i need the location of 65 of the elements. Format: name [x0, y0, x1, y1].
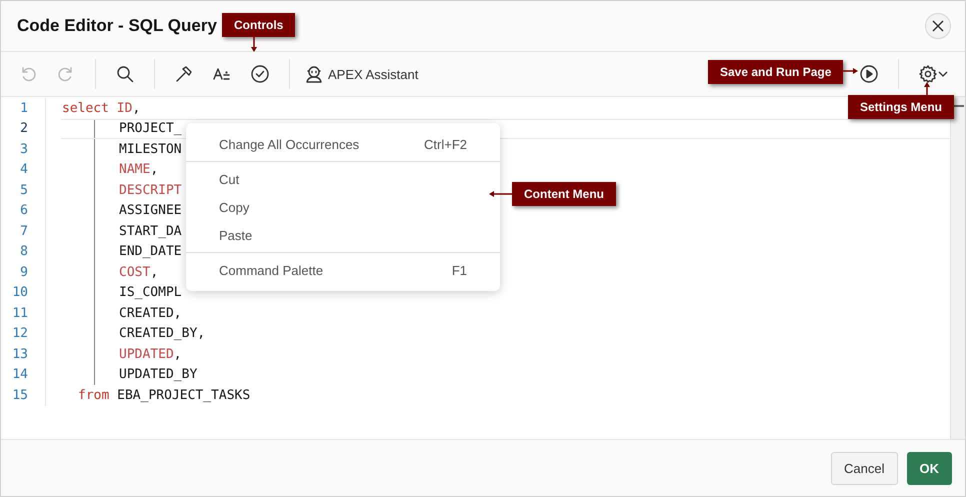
robot-icon	[304, 64, 324, 84]
code-text: MILESTON	[119, 142, 182, 157]
line-number: 5	[19, 182, 29, 198]
code-text: UPDATED_BY	[119, 367, 198, 382]
dialog-title: Code Editor - SQL Query	[17, 16, 217, 36]
callout-arrow	[250, 37, 258, 53]
callout-label: Controls	[222, 13, 296, 37]
menu-item[interactable]: Command Palette F1	[186, 256, 500, 284]
menu-item[interactable]: Copy	[186, 193, 500, 221]
line-number: 2	[19, 121, 29, 136]
line-number: 8	[19, 244, 29, 260]
callout-label: Save and Run Page	[708, 60, 844, 84]
settings-icon	[918, 64, 938, 84]
callout-label: Settings Menu	[848, 95, 954, 119]
line-number: 3	[19, 142, 29, 157]
callout-arrow	[923, 82, 931, 95]
sql-keyword: select	[62, 100, 109, 116]
code-text: COST	[119, 264, 150, 280]
line-number: 12	[11, 326, 29, 342]
scrollbar[interactable]	[950, 97, 965, 439]
check-circle-icon	[250, 64, 270, 84]
line-number: 9	[19, 264, 29, 280]
cancel-button[interactable]: Cancel	[831, 452, 898, 484]
line-number: 7	[19, 224, 29, 239]
assistant-button[interactable]: APEX Assistant	[300, 60, 422, 88]
chevron-icon	[938, 71, 948, 77]
code-text: IS_COMPL	[119, 285, 182, 300]
close-button[interactable]	[925, 13, 951, 39]
code-text: ID	[116, 100, 132, 116]
shortcut-text: F1	[452, 262, 467, 278]
close-icon	[932, 20, 944, 32]
line-number: 11	[11, 306, 29, 321]
code-text: START_DA	[119, 224, 182, 239]
code-text: NAME	[119, 162, 150, 178]
code-text: UPDATED	[119, 346, 174, 362]
code-text: CREATED,	[119, 306, 182, 321]
line-number: 6	[19, 203, 29, 218]
code-text: END_DATE	[119, 244, 182, 260]
sql-keyword: from	[78, 388, 110, 403]
code-text: DESCRIPT	[119, 182, 182, 198]
code-text: ,	[150, 264, 158, 280]
callout-arrow	[488, 190, 512, 198]
hammer-icon	[174, 64, 194, 84]
code-text: ASSIGNEE	[119, 203, 182, 218]
code-text: ,	[174, 346, 182, 362]
code-text: ,	[150, 162, 158, 178]
search-icon	[115, 64, 135, 84]
line-number: 13	[11, 346, 29, 362]
line-number: 4	[19, 162, 29, 178]
menu-item[interactable]: Paste	[186, 221, 500, 249]
line-number: 15	[11, 388, 29, 403]
callout-label: Content Menu	[512, 182, 616, 206]
line-number: 10	[11, 285, 29, 300]
code-text: ,	[132, 100, 140, 116]
code-text: EBA_PROJECT_TASKS	[117, 388, 250, 403]
menu-item[interactable]: Cut	[186, 165, 500, 193]
menu-item[interactable]: Change All Occurrences Ctrl+F2	[186, 130, 500, 158]
line-number: 1	[19, 100, 29, 116]
line-number: 14	[11, 367, 29, 382]
callout-arrow	[840, 67, 859, 75]
ok-button[interactable]: OK	[906, 452, 952, 484]
code-text: CREATED_BY,	[119, 326, 206, 342]
play-icon	[859, 64, 879, 84]
code-text: PROJECT_	[119, 121, 182, 136]
shortcut-text: Ctrl+F2	[424, 136, 467, 152]
